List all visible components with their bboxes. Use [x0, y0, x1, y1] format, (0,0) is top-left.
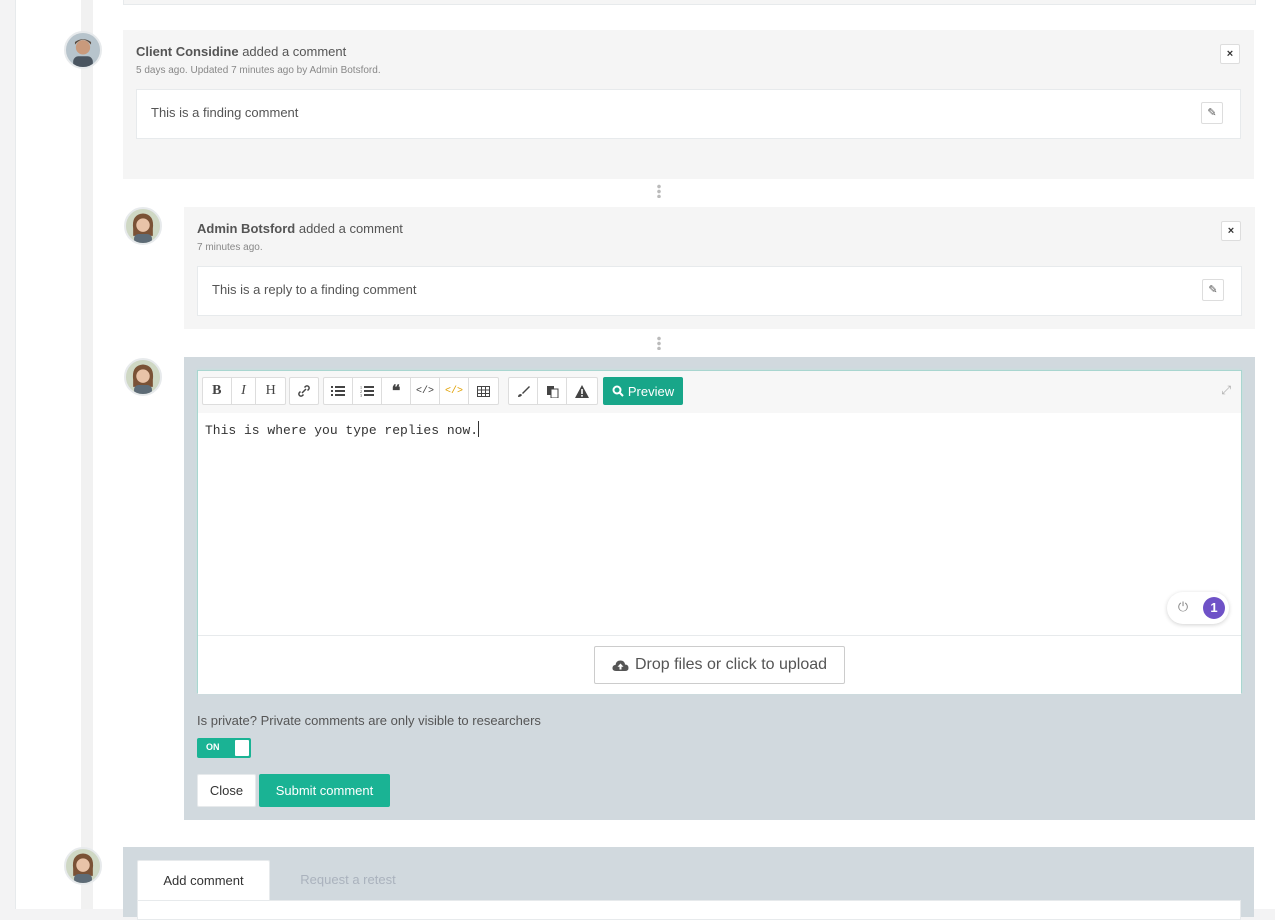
thread-connector-icon: [657, 336, 661, 350]
bulleted-list-button[interactable]: [324, 378, 353, 404]
brush-icon: [517, 385, 530, 397]
page: Client Considine added a comment 5 days …: [15, 0, 1275, 920]
avatar: [124, 207, 162, 245]
toggle-knob: [235, 740, 249, 756]
search-icon: [612, 385, 624, 397]
text-cursor: [478, 421, 480, 437]
power-icon[interactable]: ⏻: [1175, 599, 1191, 615]
paste-button[interactable]: [538, 378, 567, 404]
upload-button[interactable]: Drop files or click to upload: [594, 646, 845, 684]
svg-text:3: 3: [360, 393, 362, 397]
tab-add-comment[interactable]: Add comment: [137, 860, 270, 904]
comment-card: Admin Botsford added a comment 7 minutes…: [184, 207, 1255, 329]
upload-area: Drop files or click to upload: [198, 635, 1241, 694]
submit-comment-button[interactable]: Submit comment: [259, 774, 390, 807]
comment-meta: 5 days ago. Updated 7 minutes ago by Adm…: [136, 65, 381, 76]
bold-button[interactable]: B: [203, 378, 232, 404]
numbered-list-button[interactable]: 123: [353, 378, 382, 404]
comment-header: Admin Botsford added a comment: [197, 221, 403, 236]
avatar: [64, 31, 102, 69]
comment-body: This is a reply to a finding comment ✎: [197, 266, 1242, 316]
comment-header: Client Considine added a comment: [136, 44, 346, 59]
link-button[interactable]: [290, 378, 318, 404]
toggle-label: ON: [206, 742, 220, 752]
code-block-icon: </>: [444, 385, 463, 397]
tab-content: [137, 900, 1241, 920]
quote-icon: ❝: [391, 383, 401, 400]
assistant-widget[interactable]: ⏻ 1: [1167, 592, 1229, 624]
reply-panel: B I H 123 ❝ </> </> Preview ⤢ This is wh…: [184, 357, 1255, 820]
tab-request-retest[interactable]: Request a retest: [283, 860, 413, 900]
warning-icon: [574, 384, 589, 398]
thread-connector-icon: [657, 184, 661, 198]
close-button[interactable]: Close: [197, 774, 256, 807]
preview-label: Preview: [627, 383, 675, 399]
delete-comment-button[interactable]: ×: [1220, 44, 1240, 64]
avatar: [124, 358, 162, 396]
delete-comment-button[interactable]: ×: [1221, 221, 1241, 241]
code-icon: </>: [415, 385, 434, 397]
cloud-upload-icon: [612, 660, 629, 671]
pencil-icon: ✎: [1208, 284, 1218, 296]
close-icon: ×: [1227, 225, 1235, 237]
editor-textarea[interactable]: This is where you type replies now.: [205, 421, 480, 438]
avatar: [64, 847, 102, 885]
comment-tabs-panel: Add comment Request a retest: [123, 847, 1254, 920]
notification-badge[interactable]: 1: [1203, 597, 1225, 619]
edit-comment-button[interactable]: ✎: [1202, 279, 1224, 301]
preview-button[interactable]: Preview: [603, 377, 683, 405]
warning-button[interactable]: [567, 378, 596, 404]
toolbar-group-blocks: 123 ❝ </> </>: [323, 377, 499, 405]
toolbar-group-format: B I H: [202, 377, 286, 405]
quote-button[interactable]: ❝: [382, 378, 411, 404]
comment-meta: 7 minutes ago.: [197, 242, 263, 253]
comment-action: added a comment: [298, 221, 403, 236]
table-icon: [477, 385, 490, 397]
private-label: Is private? Private comments are only vi…: [197, 713, 541, 728]
edit-comment-button[interactable]: ✎: [1201, 102, 1223, 124]
comment-text: This is a finding comment: [151, 105, 299, 120]
pencil-icon: ✎: [1207, 107, 1217, 119]
heading-button[interactable]: H: [256, 378, 285, 404]
previous-comment-bottom: [123, 0, 1256, 5]
code-button[interactable]: </>: [411, 378, 440, 404]
toolbar-group-link: [289, 377, 319, 405]
comment-text: This is a reply to a finding comment: [212, 282, 417, 297]
italic-button[interactable]: I: [232, 378, 257, 404]
code-block-button[interactable]: </>: [440, 378, 469, 404]
numbered-list-icon: 123: [360, 385, 374, 397]
private-toggle[interactable]: ON: [197, 738, 251, 758]
comment-action: added a comment: [242, 44, 347, 59]
expand-icon[interactable]: ⤢: [1221, 383, 1231, 398]
close-icon: ×: [1226, 48, 1234, 60]
upload-label: Drop files or click to upload: [634, 656, 828, 673]
editor-content: This is where you type replies now.: [205, 423, 479, 438]
brush-button[interactable]: [509, 378, 538, 404]
editor-toolbar: B I H 123 ❝ </> </> Preview ⤢: [198, 371, 1241, 413]
comment-author[interactable]: Admin Botsford: [197, 221, 295, 236]
toolbar-group-misc: [508, 377, 598, 405]
table-button[interactable]: [469, 378, 498, 404]
comment-body: This is a finding comment ✎: [136, 89, 1241, 139]
timeline-line: [81, 0, 93, 909]
bulleted-list-icon: [331, 386, 345, 396]
comment-author[interactable]: Client Considine: [136, 44, 239, 59]
markdown-editor: B I H 123 ❝ </> </> Preview ⤢ This is wh…: [197, 370, 1242, 694]
comment-card: Client Considine added a comment 5 days …: [123, 30, 1254, 179]
link-icon: [298, 385, 310, 397]
paste-icon: [546, 385, 558, 398]
